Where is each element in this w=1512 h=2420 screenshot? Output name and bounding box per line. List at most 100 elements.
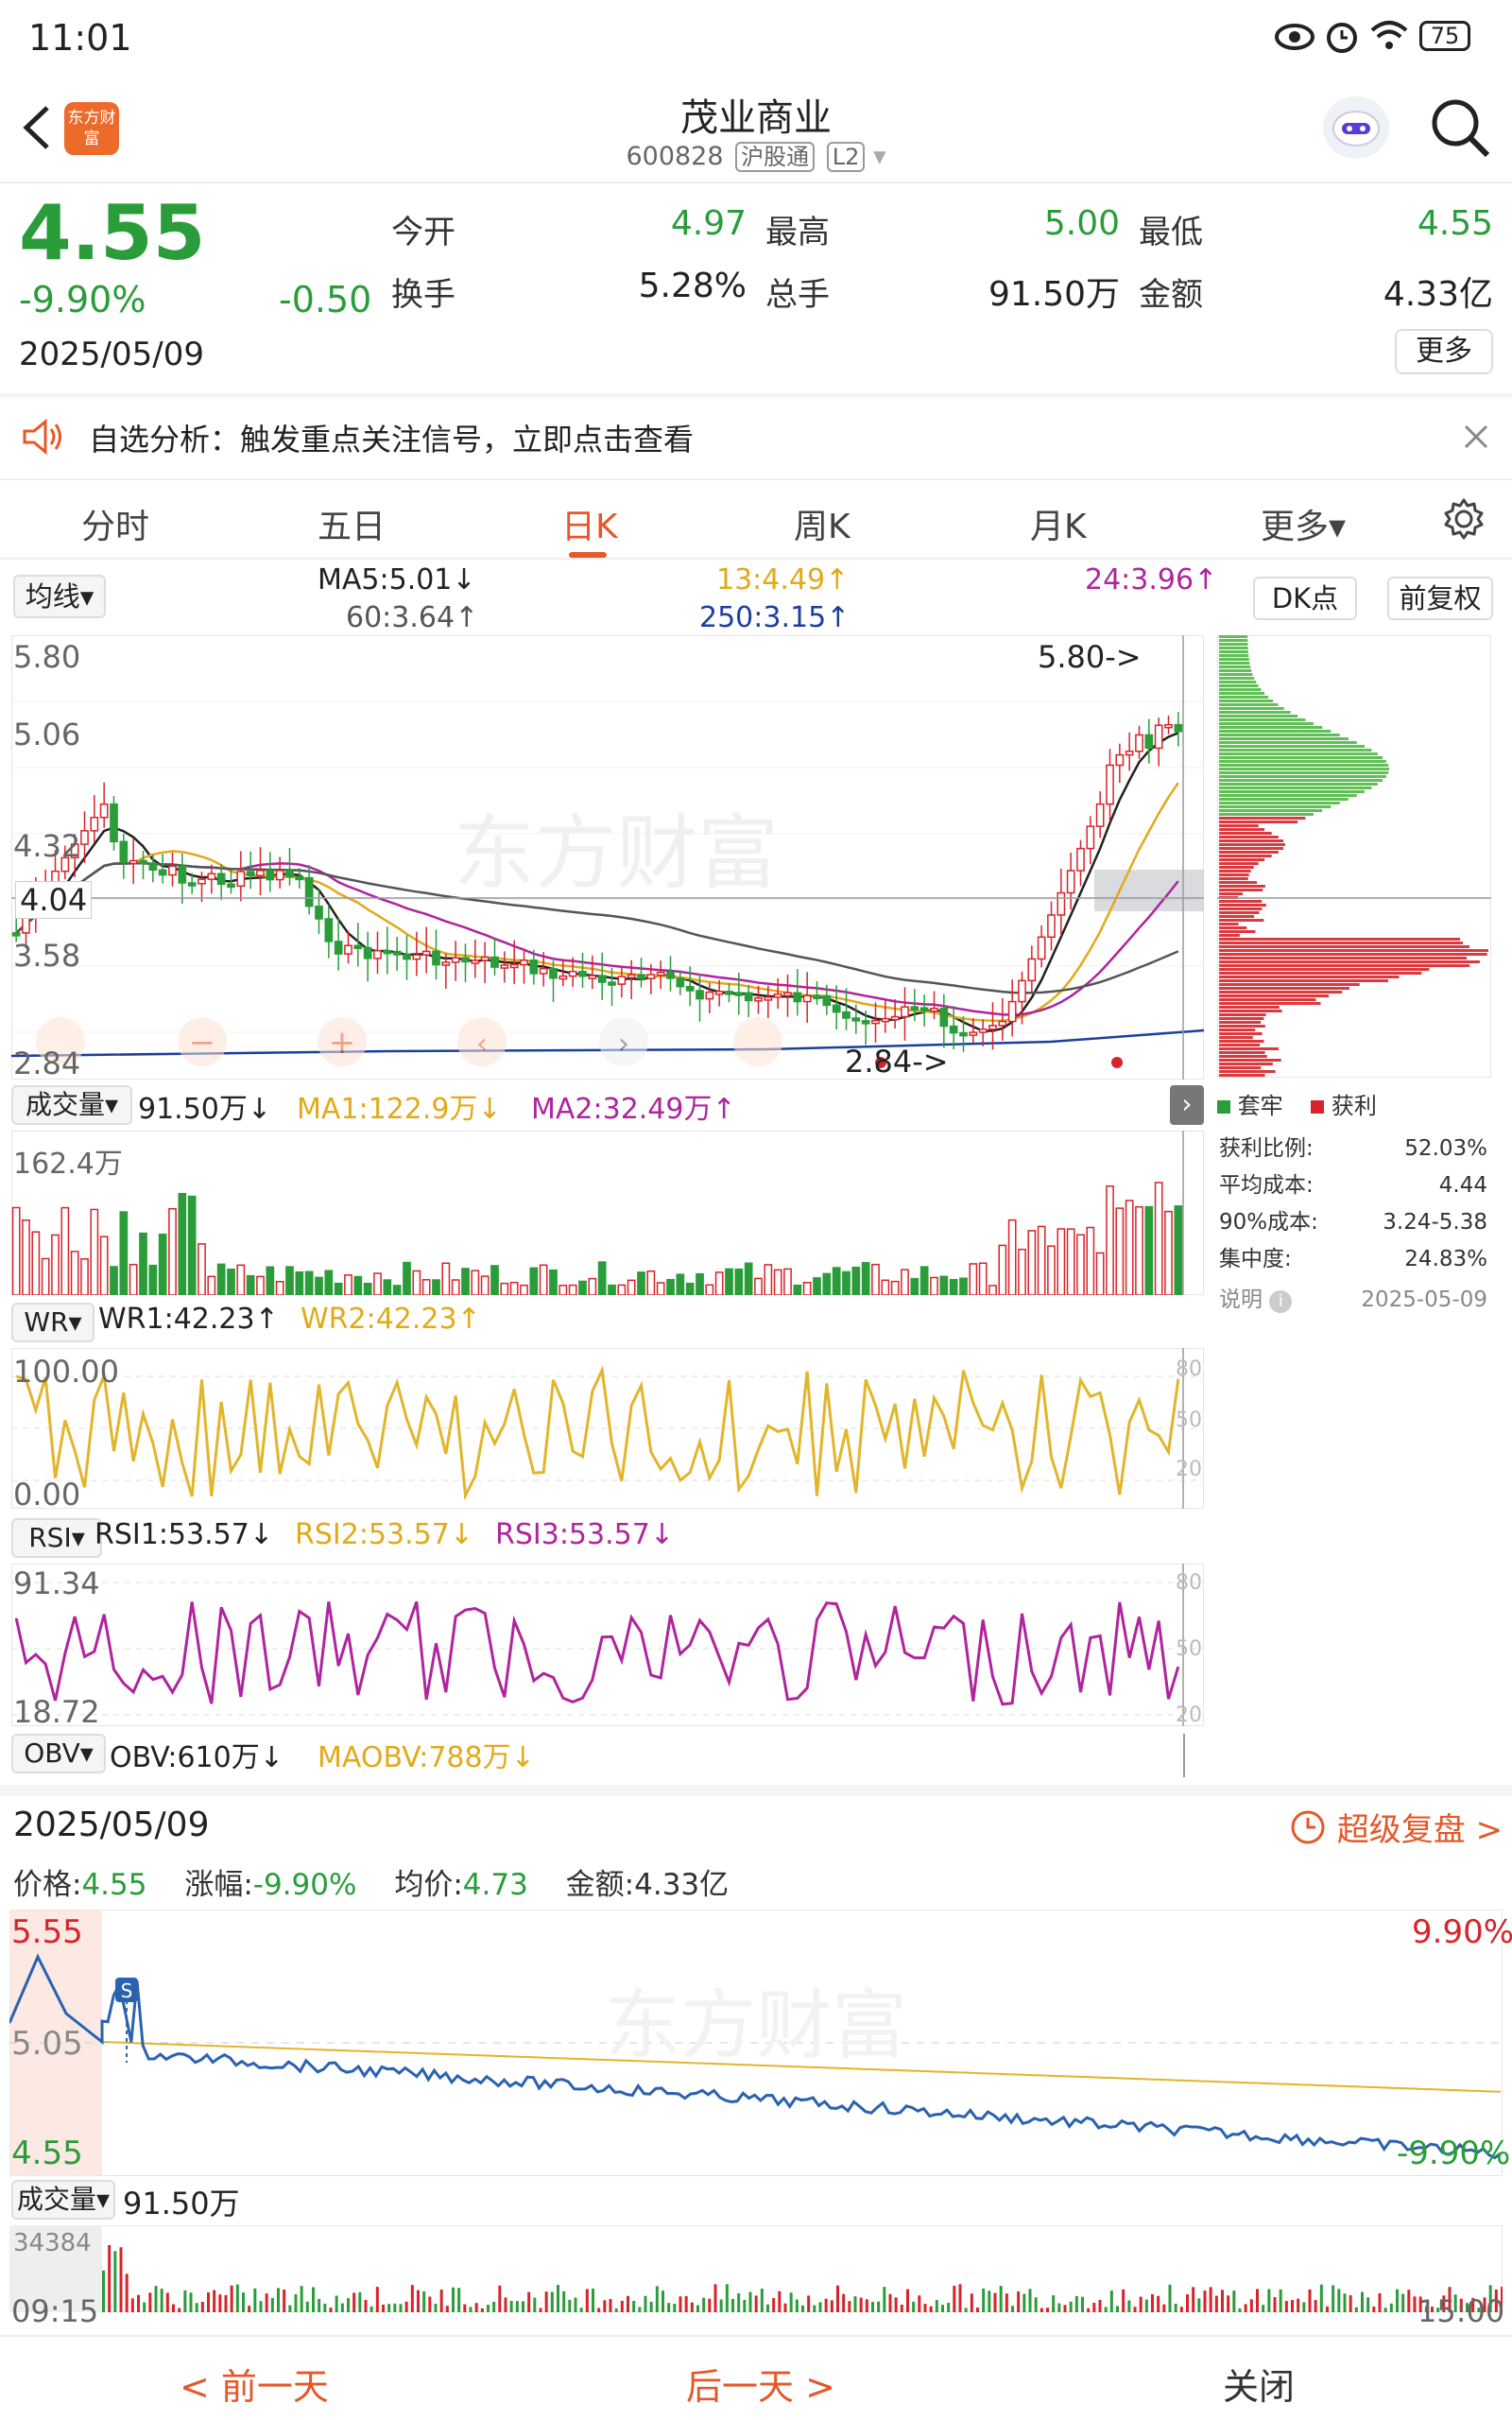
more-quote-button[interactable]: 更多 (1395, 329, 1493, 374)
intraday-volume-bar (848, 2301, 851, 2312)
intraday-volume-bar (1378, 2292, 1382, 2312)
intraday-volume-bar (574, 2297, 577, 2312)
candle-body (978, 1028, 988, 1033)
volume-bar (227, 1268, 235, 1295)
wr-chart (11, 1348, 1204, 1509)
amount-value: 4.33亿 (1383, 275, 1493, 314)
intraday-price-label: 价格: (13, 1868, 82, 1902)
wr-y-max: 100.00 (13, 1354, 119, 1390)
stock-code-line[interactable]: 600828 沪股通 L2 ▾ (0, 138, 1512, 172)
intraday-volume-bar (125, 2273, 129, 2312)
rsi-indicator-select[interactable]: RSI▾ (11, 1518, 102, 1558)
prev-day-button[interactable]: < 前一天 (180, 2358, 329, 2410)
chip-bar (1219, 862, 1259, 865)
period-tabs: 分时 五日 日K 周K 月K 更多▾ (0, 480, 1512, 560)
chip-row-value: 24.83% (1404, 1247, 1487, 1271)
intraday-volume-bar (644, 2295, 647, 2312)
chip-bar (1219, 953, 1487, 956)
chip-bar (1219, 1028, 1256, 1031)
volume-bar (1115, 1207, 1125, 1295)
dk-point-button[interactable]: DK点 (1253, 577, 1357, 620)
intraday-volume-bar (603, 2300, 607, 2312)
cursor-vline (1183, 1734, 1185, 1777)
indicator-select[interactable]: 均线▾ (13, 575, 106, 618)
intraday-volume-bar (1401, 2293, 1405, 2312)
fullscreen-icon[interactable] (733, 1017, 782, 1066)
chip-bar (1219, 938, 1461, 941)
candle-body (275, 870, 284, 881)
tab-five-day[interactable]: 五日 (318, 499, 386, 548)
candle-body (490, 956, 499, 968)
candle-body (471, 959, 480, 964)
intraday-volume-bar (165, 2292, 169, 2312)
candle-body (637, 974, 645, 979)
volume-bar (471, 1270, 480, 1295)
assistant-robot-icon[interactable] (1323, 96, 1389, 159)
intraday-volume-bar (1017, 2291, 1021, 2312)
change-percent: -9.90% (19, 279, 146, 320)
tab-more[interactable]: 更多▾ (1261, 499, 1346, 548)
intraday-volume-bar (1005, 2293, 1008, 2312)
intraday-volume-bar (912, 2301, 916, 2312)
chip-bar (1219, 715, 1298, 717)
volume-bar (1076, 1234, 1085, 1295)
wr-indicator-select[interactable]: WR▾ (11, 1303, 94, 1342)
candle-body (324, 918, 334, 942)
candle-body (1027, 958, 1037, 982)
obv-indicator-select[interactable]: OBV▾ (11, 1734, 106, 1773)
collapse-panel-button[interactable]: › (1170, 1085, 1204, 1125)
turnover-label: 换手 (391, 276, 455, 314)
intraday-price-chart[interactable]: 东方财富 S (9, 1910, 1503, 2176)
next-day-button[interactable]: 后一天 > (686, 2358, 835, 2410)
close-icon[interactable] (1463, 424, 1489, 450)
intraday-volume-bar (1326, 2306, 1329, 2312)
close-replay-button[interactable]: 关闭 (1223, 2358, 1295, 2410)
volume-bar (490, 1265, 499, 1295)
adjust-mode-button[interactable]: 前复权 (1387, 577, 1493, 620)
notice-bar[interactable]: 自选分析：触发重点关注信号，立即点击查看 (0, 397, 1512, 478)
intraday-volume-select[interactable]: 成交量▾ (11, 2180, 115, 2220)
search-icon[interactable] (1427, 95, 1493, 161)
intraday-volume-bar (842, 2293, 846, 2312)
intraday-amount-label: 金额: (565, 1868, 635, 1902)
chip-bar (1219, 866, 1254, 869)
candle-body (813, 994, 821, 1000)
tab-intraday[interactable]: 分时 (81, 499, 149, 548)
chip-row: 90%成本: 3.24-5.38 (1219, 1204, 1487, 1241)
tab-monthly-k[interactable]: 月K (1030, 499, 1087, 548)
settings-gear-icon[interactable] (1442, 497, 1486, 541)
volume-indicator-select[interactable]: 成交量▾ (11, 1085, 132, 1125)
chip-bar (1219, 734, 1340, 736)
chip-row-label: 集中度: (1219, 1247, 1292, 1271)
volume-bar (353, 1275, 363, 1295)
chip-note-row[interactable]: 说明 i 2025-05-09 (1219, 1282, 1487, 1319)
kline-chart[interactable]: 东方财富 − + ‹ › (11, 635, 1204, 1080)
chip-row: 平均成本: 4.44 (1219, 1167, 1487, 1204)
chip-bar (1219, 779, 1383, 782)
volume-bar (1106, 1184, 1114, 1295)
intraday-volume-bar (1262, 2305, 1265, 2312)
volume-bar (168, 1207, 177, 1295)
intraday-volume-bar (1232, 2290, 1236, 2312)
alarm-icon (1327, 23, 1357, 53)
candle-body (1164, 723, 1173, 729)
tab-weekly-k[interactable]: 周K (794, 499, 850, 548)
tab-daily-k[interactable]: 日K (561, 499, 618, 548)
chip-bar (1219, 688, 1262, 691)
chip-bar (1219, 805, 1332, 808)
volume-bar (949, 1279, 958, 1295)
legend-profit: 获利 (1331, 1093, 1377, 1119)
max-price-marker: 5.80-> (1038, 639, 1142, 675)
intraday-volume-bar (568, 2299, 572, 2312)
ma5-label: MA5:5.01↓ (318, 563, 476, 596)
super-replay-link[interactable]: 超级复盘 > (1289, 1804, 1503, 1850)
chip-bar (1219, 726, 1323, 729)
intraday-volume-bar (550, 2291, 554, 2312)
intraday-volume-bar (743, 2299, 747, 2312)
low-label: 最低 (1139, 214, 1203, 251)
volume-bar (783, 1268, 792, 1295)
replay-clock-icon (1291, 1810, 1325, 1844)
intraday-volume-bar (964, 2308, 968, 2312)
candle-body (373, 949, 382, 959)
intraday-volume-chart (9, 2225, 1503, 2312)
